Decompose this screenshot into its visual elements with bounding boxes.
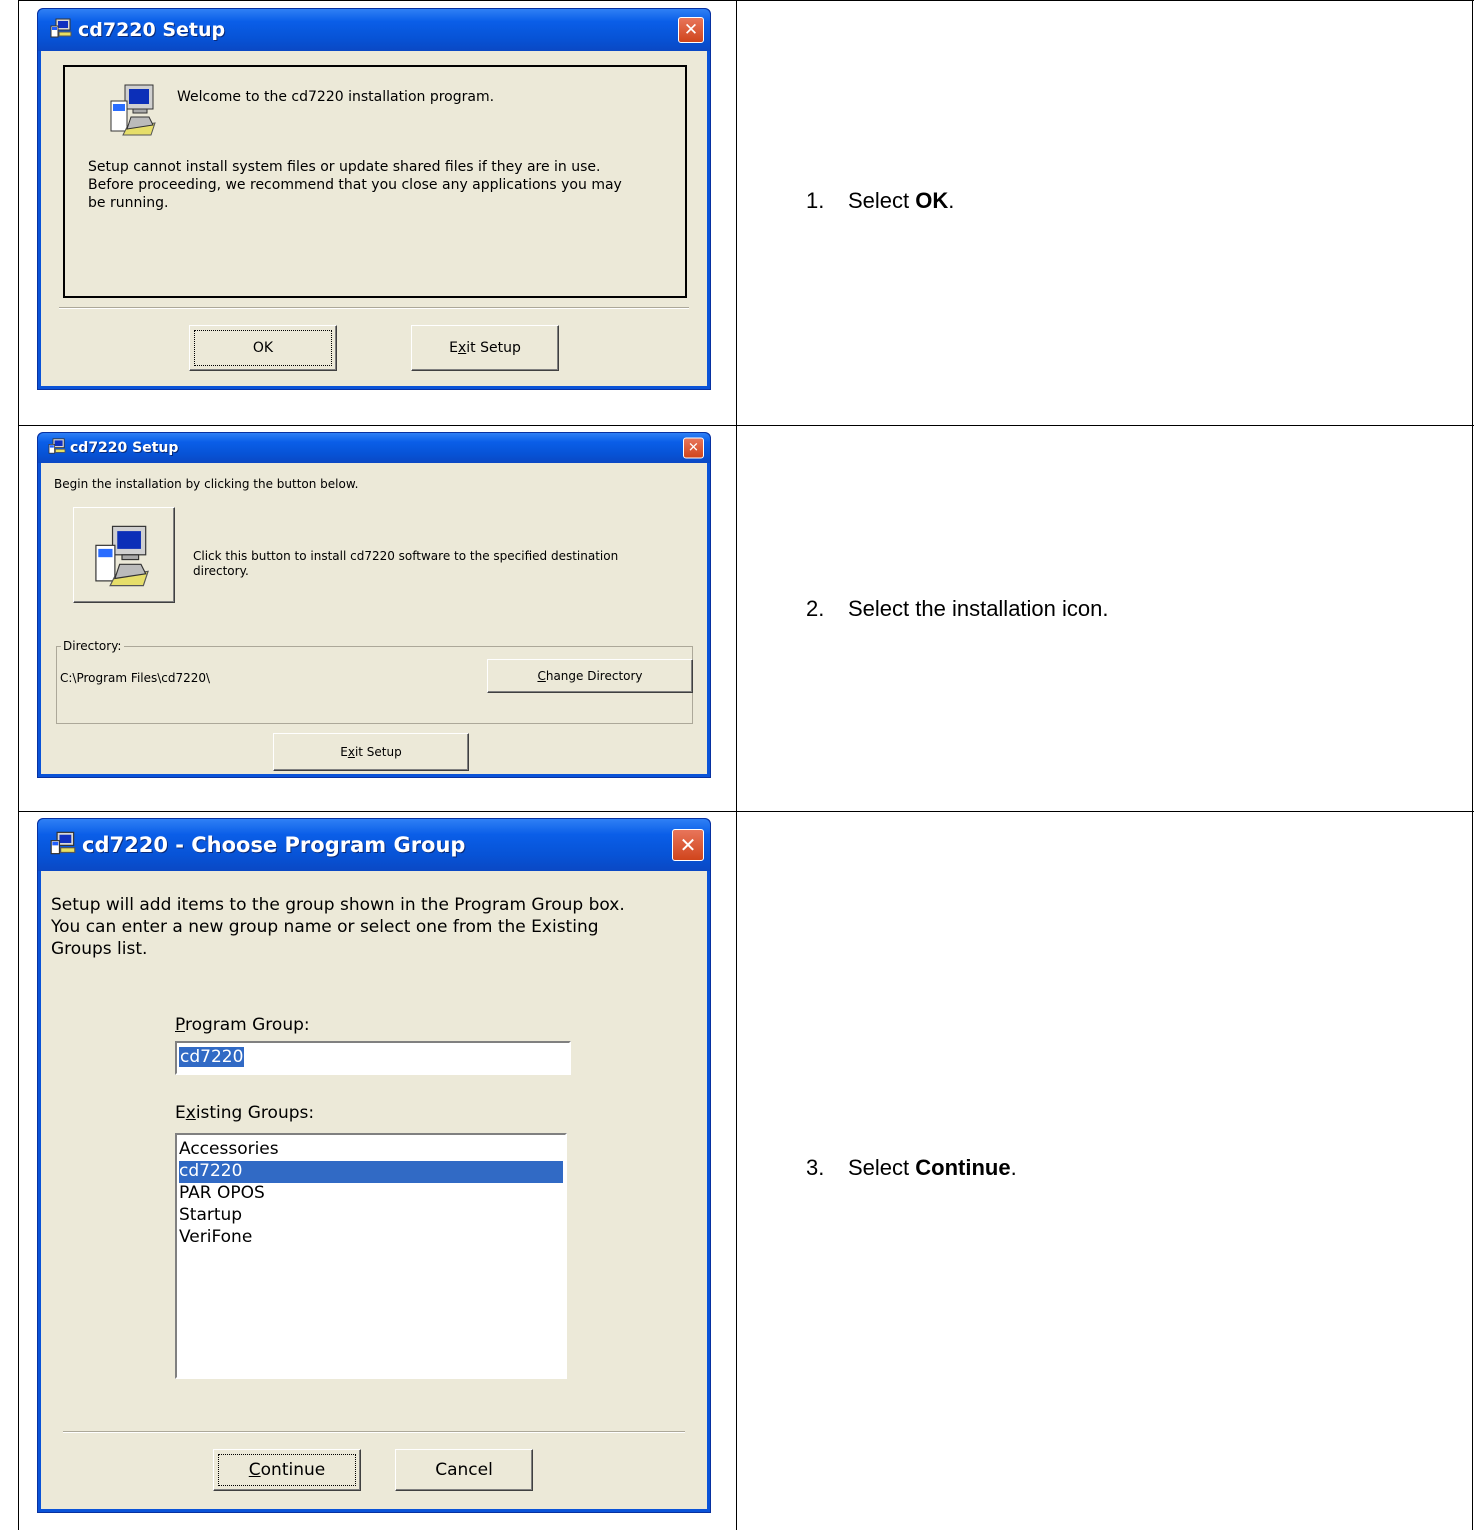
list-item-selected[interactable]: cd7220 (179, 1161, 563, 1183)
begin-text: Begin the installation by clicking the b… (54, 477, 359, 491)
list-item[interactable]: Accessories (179, 1139, 563, 1161)
dialog-body: Welcome to the cd7220 installation progr… (41, 51, 707, 386)
dialog-welcome: cd7220 Setup ✕ Welcome to the cd7220 ins… (37, 8, 711, 390)
ok-button[interactable]: OK (189, 325, 337, 371)
body-line: Setup cannot install system files or upd… (88, 159, 601, 175)
body-line: be running. (88, 195, 169, 211)
install-description-line: Click this button to install cd7220 soft… (193, 549, 619, 563)
table-row-divider (18, 811, 1474, 812)
install-description-line: directory. (193, 564, 249, 578)
directory-legend: Directory: (61, 639, 125, 653)
table-border-top (18, 0, 1474, 1)
change-directory-label: Change Directory (537, 669, 643, 683)
table-border-left (18, 0, 19, 1530)
step-2-text: 2. Select the installation icon. (806, 596, 1109, 621)
step-1-text: 1. Select OK. (806, 188, 955, 213)
close-icon[interactable]: ✕ (683, 437, 704, 459)
body-line: Groups list. (51, 939, 148, 959)
close-icon[interactable]: ✕ (672, 829, 704, 861)
continue-button[interactable]: Continue (213, 1449, 361, 1491)
step-3-text: 3. Select Continue. (806, 1155, 1017, 1180)
program-group-label: Program Group: (175, 1015, 310, 1035)
exit-setup-button[interactable]: Exit Setup (411, 325, 559, 371)
continue-label: Continue (248, 1460, 326, 1480)
cancel-button[interactable]: Cancel (395, 1449, 533, 1491)
exit-setup-label: Exit Setup (340, 745, 402, 759)
directory-path: C:\Program Files\cd7220\ (60, 671, 211, 685)
table-row-divider (18, 425, 1474, 426)
exit-setup-label: Exit Setup (449, 340, 521, 356)
list-item[interactable]: PAR OPOS (179, 1183, 563, 1205)
dialog-install: cd7220 Setup ✕ Begin the installation by… (37, 432, 711, 778)
body-line: You can enter a new group name or select… (51, 917, 599, 937)
dialog-titlebar: cd7220 Setup ✕ (38, 9, 710, 51)
ok-button-label: OK (252, 340, 274, 356)
dialog-titlebar: cd7220 Setup ✕ (38, 433, 710, 463)
dialog-separator (63, 1431, 685, 1433)
welcome-text: Welcome to the cd7220 installation progr… (177, 89, 495, 105)
dialog-separator (59, 307, 689, 309)
dialog-title: cd7220 Setup (70, 440, 179, 456)
change-directory-button[interactable]: Change Directory (487, 659, 693, 693)
setup-app-icon (50, 831, 76, 859)
installer-icon (92, 524, 152, 592)
install-icon-button[interactable] (73, 507, 175, 603)
setup-app-icon (50, 18, 72, 42)
list-item[interactable]: VeriFone (179, 1227, 563, 1249)
installer-icon (109, 83, 157, 141)
close-icon[interactable]: ✕ (678, 17, 704, 43)
list-item[interactable]: Startup (179, 1205, 563, 1227)
table-border-middle (736, 0, 737, 1530)
dialog-body: Setup will add items to the group shown … (41, 871, 707, 1509)
dialog-program-group: cd7220 - Choose Program Group ✕ Setup wi… (37, 818, 711, 1513)
program-group-value: cd7220 (179, 1047, 245, 1067)
dialog-titlebar: cd7220 - Choose Program Group ✕ (38, 819, 710, 871)
cancel-label: Cancel (435, 1460, 493, 1480)
program-group-input[interactable]: cd7220 (175, 1041, 571, 1075)
existing-groups-label: Existing Groups: (175, 1103, 315, 1123)
exit-setup-button[interactable]: Exit Setup (273, 733, 469, 771)
dialog-title: cd7220 - Choose Program Group (82, 833, 466, 857)
setup-app-icon (48, 438, 66, 458)
dialog-title: cd7220 Setup (78, 19, 226, 41)
existing-groups-listbox[interactable]: Accessories cd7220 PAR OPOS Startup Veri… (175, 1133, 567, 1379)
table-border-right (1472, 0, 1473, 1530)
dialog-body: Begin the installation by clicking the b… (41, 463, 707, 774)
body-line: Setup will add items to the group shown … (51, 895, 625, 915)
body-line: Before proceeding, we recommend that you… (88, 177, 622, 193)
